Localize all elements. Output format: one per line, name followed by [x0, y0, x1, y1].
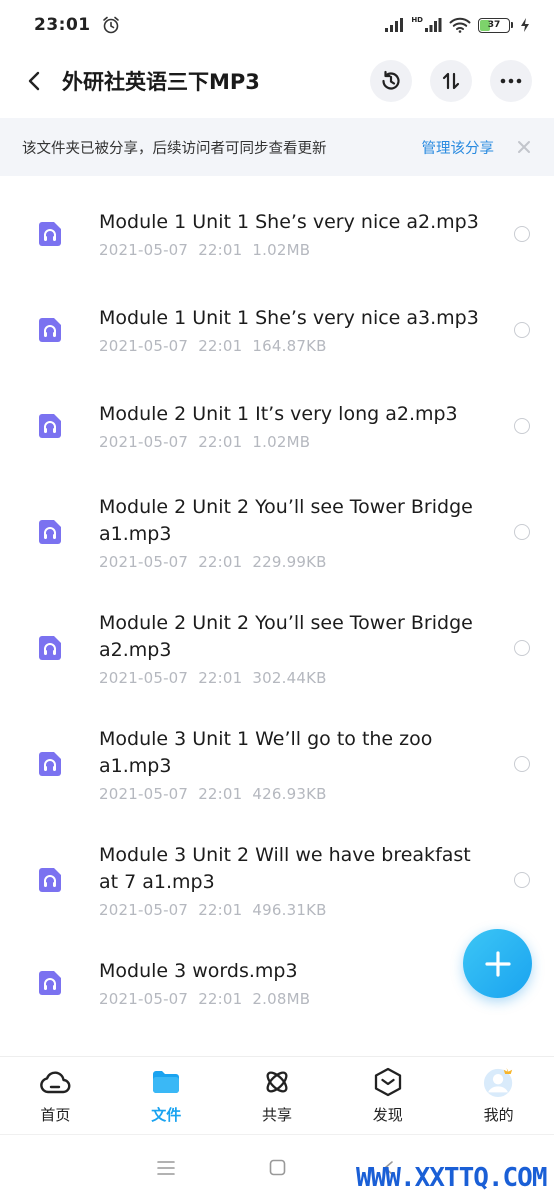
header-actions: [370, 60, 532, 102]
audio-file-icon: [39, 414, 61, 438]
wifi-icon: [449, 17, 471, 33]
plus-icon: [484, 950, 511, 977]
status-indicators: HD 37: [384, 17, 530, 33]
discover-box-icon: [374, 1067, 401, 1097]
file-name: Module 3 Unit 2 Will we have breakfast a…: [99, 843, 471, 893]
share-notice: 该文件夹已被分享，后续访问者可同步查看更新: [22, 140, 327, 157]
share-banner: 该文件夹已被分享，后续访问者可同步查看更新 管理该分享: [0, 118, 554, 176]
nav-home[interactable]: 首页: [0, 1057, 111, 1134]
file-row[interactable]: Module 2 Unit 2 You’ll see Tower Bridge …: [0, 474, 554, 590]
file-meta: 2021-05-07 22:01 302.44KB: [99, 668, 327, 687]
file-row[interactable]: Module 1 Unit 1 She’s very nice a2.mp3 2…: [0, 186, 554, 282]
select-radio[interactable]: [514, 322, 530, 338]
select-radio[interactable]: [514, 640, 530, 656]
select-radio[interactable]: [514, 524, 530, 540]
hd-signal: HD: [411, 17, 442, 33]
file-meta: 2021-05-07 22:01 229.99KB: [99, 552, 327, 571]
bottom-nav: 首页 文件 共享 发现 我的: [0, 1056, 554, 1134]
file-name: Module 2 Unit 2 You’ll see Tower Bridge …: [99, 495, 473, 545]
menu-icon[interactable]: [157, 1160, 175, 1176]
audio-file-icon: [39, 222, 61, 246]
share-atom-icon: [266, 1071, 288, 1093]
history-icon: [382, 70, 400, 90]
alarm-icon: [102, 16, 119, 34]
folder-icon: [153, 1071, 180, 1093]
close-icon[interactable]: [516, 139, 532, 155]
battery-level: 37: [487, 20, 501, 30]
select-radio[interactable]: [514, 418, 530, 434]
nav-mine[interactable]: 我的: [443, 1057, 554, 1134]
audio-file-icon: [39, 752, 61, 776]
hd-label: HD: [411, 16, 423, 24]
audio-file-icon: [39, 868, 61, 892]
add-button[interactable]: [463, 929, 532, 998]
nav-home-label: 首页: [40, 1106, 71, 1124]
cloud-home-icon: [40, 1071, 71, 1094]
manage-share-link[interactable]: 管理该分享: [422, 137, 495, 158]
audio-file-icon: [39, 318, 61, 342]
nav-files-label: 文件: [151, 1106, 182, 1124]
audio-file-icon: [39, 971, 61, 995]
audio-file-icon: [39, 520, 61, 544]
avatar: [483, 1067, 512, 1098]
home-square-icon[interactable]: [269, 1159, 286, 1176]
status-bar: 23:01 HD 37: [0, 0, 554, 50]
charging-icon: [521, 18, 529, 32]
file-row[interactable]: Module 3 Unit 2 Will we have breakfast a…: [0, 822, 554, 938]
file-meta: 2021-05-07 22:01 164.87KB: [99, 337, 327, 355]
signal-icon: [385, 18, 404, 32]
file-meta: 2021-05-07 22:01 496.31KB: [99, 900, 327, 919]
nav-share-label: 共享: [261, 1106, 292, 1124]
file-row[interactable]: Module 2 Unit 1 It’s very long a2.mp3 20…: [0, 378, 554, 474]
select-radio[interactable]: [514, 756, 530, 772]
battery-indicator: 37: [478, 17, 513, 33]
page-title: 外研社英语三下MP3: [62, 70, 260, 94]
back-arrow-icon[interactable]: [22, 68, 48, 94]
sort-icon: [442, 72, 460, 90]
more-button[interactable]: [490, 60, 532, 102]
nav-mine-label: 我的: [483, 1106, 514, 1124]
nav-discover[interactable]: 发现: [332, 1057, 443, 1134]
file-name: Module 2 Unit 1 It’s very long a2.mp3: [99, 403, 458, 425]
header: 外研社英语三下MP3: [0, 50, 554, 112]
audio-file-icon: [39, 636, 61, 660]
file-name: Module 3 Unit 1 We’ll go to the zoo a1.m…: [99, 727, 433, 777]
file-list: Module 1 Unit 1 She’s very nice a2.mp3 2…: [0, 186, 554, 1028]
file-name: Module 1 Unit 1 She’s very nice a3.mp3: [99, 307, 479, 329]
file-meta: 2021-05-07 22:01 1.02MB: [99, 241, 311, 259]
file-name: Module 1 Unit 1 She’s very nice a2.mp3: [99, 211, 479, 233]
file-row[interactable]: Module 3 Unit 1 We’ll go to the zoo a1.m…: [0, 706, 554, 822]
file-name: Module 3 words.mp3: [99, 960, 298, 982]
file-meta: 2021-05-07 22:01 1.02MB: [99, 433, 311, 451]
sort-button[interactable]: [430, 60, 472, 102]
status-time: 23:01: [34, 15, 91, 35]
file-name: Module 2 Unit 2 You’ll see Tower Bridge …: [99, 611, 473, 661]
nav-discover-label: 发现: [372, 1106, 403, 1124]
file-row[interactable]: Module 1 Unit 1 She’s very nice a3.mp3 2…: [0, 282, 554, 378]
more-icon: [500, 78, 522, 84]
file-meta: 2021-05-07 22:01 426.93KB: [99, 784, 327, 803]
select-radio[interactable]: [514, 872, 530, 888]
file-row[interactable]: Module 2 Unit 2 You’ll see Tower Bridge …: [0, 590, 554, 706]
nav-share[interactable]: 共享: [222, 1057, 333, 1134]
history-button[interactable]: [370, 60, 412, 102]
nav-files[interactable]: 文件: [111, 1057, 222, 1134]
file-meta: 2021-05-07 22:01 2.08MB: [99, 990, 311, 1008]
select-radio[interactable]: [514, 226, 530, 242]
watermark: WWW.XXTTQ.COM: [356, 1163, 547, 1193]
signal-icon-2: [425, 18, 442, 32]
